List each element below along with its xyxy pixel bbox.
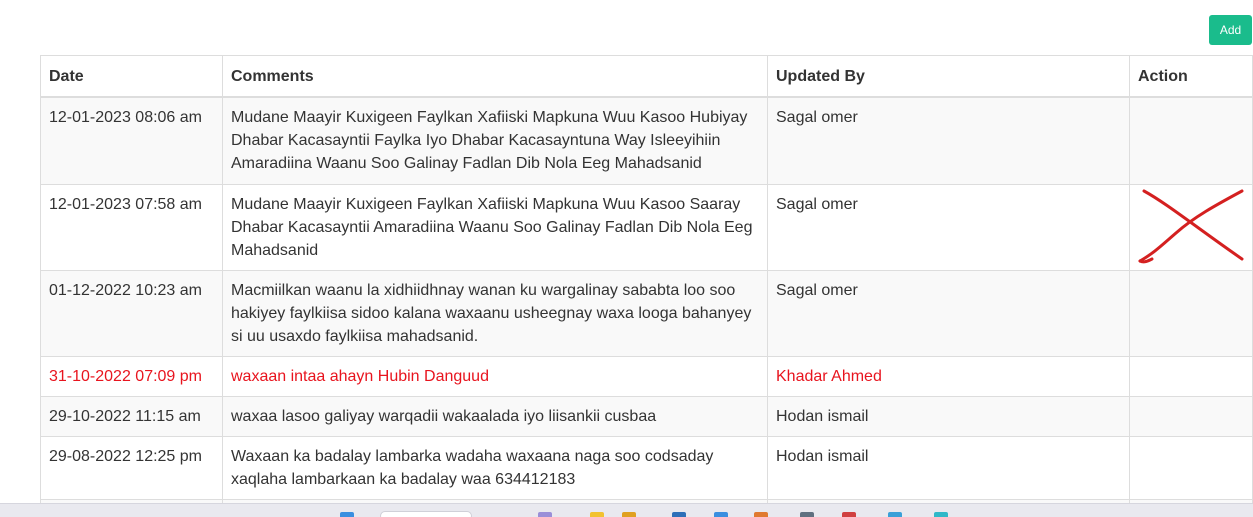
row-action [1129, 183, 1253, 271]
table-row: 31-10-2022 07:09 pm waxaan intaa ahayn H… [40, 355, 1253, 397]
taskbar [0, 503, 1253, 517]
row-comment: waxaa lasoo galiyay warqadii wakaalada i… [222, 395, 768, 437]
row-comment: waxaan intaa ahayn Hubin Danguud [222, 355, 768, 397]
comments-table: Date Comments Updated By Action 12-01-20… [40, 55, 1253, 517]
table-row: 12-01-2023 08:06 am Mudane Maayir Kuxige… [40, 96, 1253, 185]
table-row: 29-10-2022 11:15 am waxaa lasoo galiyay … [40, 395, 1253, 437]
row-updated-by: Hodan ismail [767, 395, 1130, 437]
app-icon[interactable] [842, 512, 856, 517]
row-comment: Mudane Maayir Kuxigeen Faylkan Xafiiski … [222, 183, 768, 271]
start-icon[interactable] [340, 512, 354, 517]
row-action [1129, 269, 1253, 357]
row-date: 01-12-2022 10:23 am [40, 269, 223, 357]
row-action [1129, 435, 1253, 500]
row-date: 29-10-2022 11:15 am [40, 395, 223, 437]
table-row: 12-01-2023 07:58 am Mudane Maayir Kuxige… [40, 183, 1253, 271]
row-updated-by: Hodan ismail [767, 435, 1130, 500]
app-icon[interactable] [754, 512, 768, 517]
folder-icon[interactable] [590, 512, 604, 517]
row-updated-by: Sagal omer [767, 183, 1130, 271]
taskbar-search[interactable] [380, 511, 472, 517]
row-date: 31-10-2022 07:09 pm [40, 355, 223, 397]
app-icon[interactable] [800, 512, 814, 517]
app-icon[interactable] [672, 512, 686, 517]
row-updated-by: Khadar Ahmed [767, 355, 1130, 397]
row-updated-by: Sagal omer [767, 96, 1130, 185]
row-date: 12-01-2023 07:58 am [40, 183, 223, 271]
row-date: 12-01-2023 08:06 am [40, 96, 223, 185]
row-date: 29-08-2022 12:25 pm [40, 435, 223, 500]
header-date: Date [40, 55, 223, 98]
hand-drawn-x-icon [1138, 189, 1244, 263]
row-comment: Waxaan ka badalay lambarka wadaha waxaan… [222, 435, 768, 500]
row-action [1129, 355, 1253, 397]
comments-table-container: Date Comments Updated By Action 12-01-20… [40, 55, 1253, 517]
row-action [1129, 96, 1253, 185]
header-updated-by: Updated By [767, 55, 1130, 98]
table-header-row: Date Comments Updated By Action [40, 55, 1253, 98]
row-comment: Mudane Maayir Kuxigeen Faylkan Xafiiski … [222, 96, 768, 185]
row-updated-by: Sagal omer [767, 269, 1130, 357]
table-row: 01-12-2022 10:23 am Macmiilkan waanu la … [40, 269, 1253, 357]
app-icon[interactable] [538, 512, 552, 517]
app-icon[interactable] [714, 512, 728, 517]
app-icon[interactable] [622, 512, 636, 517]
header-action: Action [1129, 55, 1253, 98]
header-comments: Comments [222, 55, 768, 98]
app-icon[interactable] [888, 512, 902, 517]
browser-icon[interactable] [934, 512, 948, 517]
table-row: 29-08-2022 12:25 pm Waxaan ka badalay la… [40, 435, 1253, 500]
row-action [1129, 395, 1253, 437]
add-button[interactable]: Add [1209, 15, 1252, 45]
row-comment: Macmiilkan waanu la xidhiidhnay wanan ku… [222, 269, 768, 357]
